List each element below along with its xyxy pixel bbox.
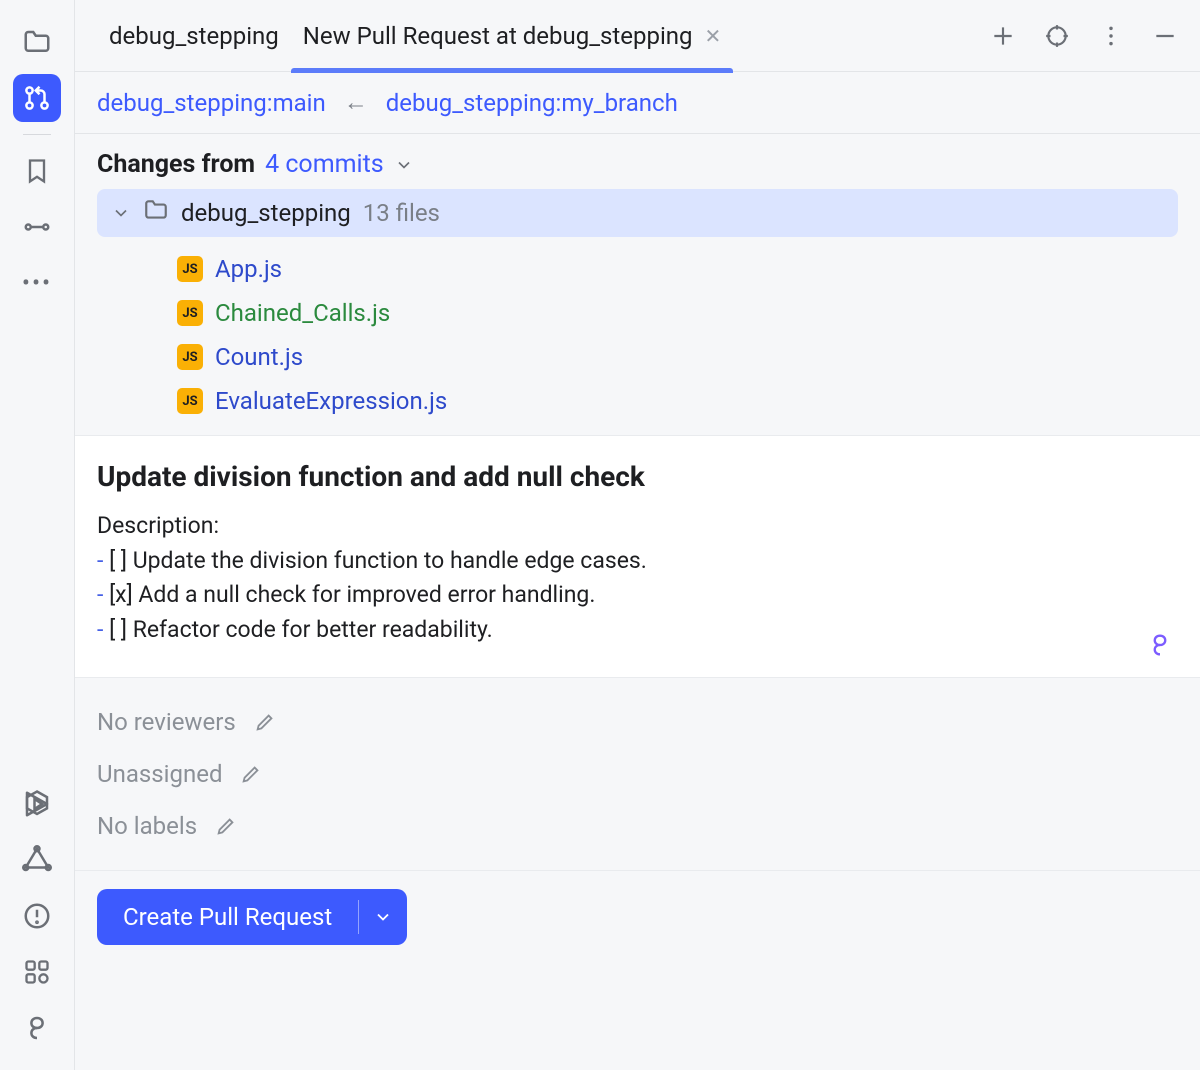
labels-text: No labels xyxy=(97,812,197,840)
changes-label: Changes from xyxy=(97,150,255,179)
tab-strip: debug_stepping New Pull Request at debug… xyxy=(75,0,1200,72)
file-name: App.js xyxy=(215,255,282,283)
tab-project[interactable]: debug_stepping xyxy=(97,0,291,72)
reviewers-row: No reviewers xyxy=(97,696,1178,748)
rail-pull-requests-button[interactable] xyxy=(13,74,61,122)
rail-project-button[interactable] xyxy=(13,18,61,66)
assignee-row: Unassigned xyxy=(97,748,1178,800)
changes-header: Changes from 4 commits xyxy=(97,150,1178,179)
base-branch-link[interactable]: debug_stepping:main xyxy=(97,89,326,117)
commits-link[interactable]: 4 commits xyxy=(265,150,384,179)
tab-new-pull-request[interactable]: New Pull Request at debug_stepping ✕ xyxy=(291,0,734,72)
target-button[interactable] xyxy=(1044,23,1070,49)
js-file-icon: JS xyxy=(177,300,203,326)
file-name: Chained_Calls.js xyxy=(215,299,390,327)
reviewers-text: No reviewers xyxy=(97,708,236,736)
minimize-button[interactable] xyxy=(1152,23,1178,49)
edit-assignee-button[interactable] xyxy=(240,763,262,785)
changes-section: Changes from 4 commits debug_stepping 13… xyxy=(75,134,1200,435)
js-file-icon: JS xyxy=(177,344,203,370)
rail-more-button[interactable]: ••• xyxy=(13,259,61,307)
rail-services-button[interactable] xyxy=(13,948,61,996)
rail-bookmarks-button[interactable] xyxy=(13,147,61,195)
tree-root-row[interactable]: debug_stepping 13 files xyxy=(97,189,1178,237)
pr-description: Description: - [ ] Update the division f… xyxy=(97,509,1178,647)
pencil-icon xyxy=(240,763,262,785)
more-icon: ••• xyxy=(22,271,52,295)
close-icon[interactable]: ✕ xyxy=(705,24,722,48)
labels-row: No labels xyxy=(97,800,1178,852)
file-item[interactable]: JS EvaluateExpression.js xyxy=(177,379,1178,423)
main-panel: debug_stepping New Pull Request at debug… xyxy=(75,0,1200,1070)
edit-labels-button[interactable] xyxy=(215,815,237,837)
new-button[interactable] xyxy=(990,23,1016,49)
checklist-item: - [ ] Refactor code for better readabili… xyxy=(97,613,1178,648)
file-list: JS App.js JS Chained_Calls.js JS Count.j… xyxy=(97,237,1178,423)
folder-icon xyxy=(143,197,169,229)
file-count: 13 files xyxy=(363,199,440,227)
rail-separator xyxy=(23,134,51,135)
ai-assist-button[interactable] xyxy=(1146,631,1174,659)
footer: Create Pull Request xyxy=(75,871,1200,963)
file-item[interactable]: JS Count.js xyxy=(177,335,1178,379)
swirl-icon xyxy=(1146,631,1174,659)
edit-reviewers-button[interactable] xyxy=(254,711,276,733)
create-pull-request-button[interactable]: Create Pull Request xyxy=(97,889,407,945)
create-pr-dropdown[interactable] xyxy=(359,889,407,945)
minus-icon xyxy=(1152,23,1178,49)
chevron-down-icon xyxy=(373,907,393,927)
js-file-icon: JS xyxy=(177,256,203,282)
crosshair-icon xyxy=(1044,23,1070,49)
tab-label: New Pull Request at debug_stepping xyxy=(303,22,693,50)
branch-compare-row: debug_stepping:main ← debug_stepping:my_… xyxy=(75,72,1200,134)
tab-options-button[interactable] xyxy=(1098,23,1124,49)
file-item[interactable]: JS App.js xyxy=(177,247,1178,291)
tab-label: debug_stepping xyxy=(109,22,279,50)
rail-ai-button[interactable] xyxy=(13,1004,61,1052)
checklist-item: - [ ] Update the division function to ha… xyxy=(97,544,1178,579)
rail-run-button[interactable] xyxy=(13,780,61,828)
rail-structure-button[interactable] xyxy=(13,203,61,251)
root-folder-name: debug_stepping xyxy=(181,199,351,227)
assignee-text: Unassigned xyxy=(97,760,222,788)
pencil-icon xyxy=(215,815,237,837)
file-item[interactable]: JS Chained_Calls.js xyxy=(177,291,1178,335)
rail-graphql-button[interactable] xyxy=(13,836,61,884)
create-pr-label: Create Pull Request xyxy=(97,889,358,945)
kebab-icon xyxy=(1098,23,1124,49)
pr-title: Update division function and add null ch… xyxy=(97,460,1178,493)
commits-dropdown[interactable] xyxy=(394,155,414,175)
js-file-icon: JS xyxy=(177,388,203,414)
pencil-icon xyxy=(254,711,276,733)
description-label: Description: xyxy=(97,509,1178,544)
pr-meta-block: No reviewers Unassigned No labels xyxy=(75,678,1200,871)
tool-rail: ••• xyxy=(0,0,75,1070)
file-name: Count.js xyxy=(215,343,303,371)
arrow-left-icon: ← xyxy=(344,88,368,117)
chevron-down-icon xyxy=(111,203,131,223)
plus-icon xyxy=(990,23,1016,49)
head-branch-link[interactable]: debug_stepping:my_branch xyxy=(386,89,678,117)
file-name: EvaluateExpression.js xyxy=(215,387,447,415)
rail-problems-button[interactable] xyxy=(13,892,61,940)
chevron-down-icon xyxy=(394,155,414,175)
checklist-item: - [x] Add a null check for improved erro… xyxy=(97,578,1178,613)
pr-description-block: Update division function and add null ch… xyxy=(75,435,1200,678)
